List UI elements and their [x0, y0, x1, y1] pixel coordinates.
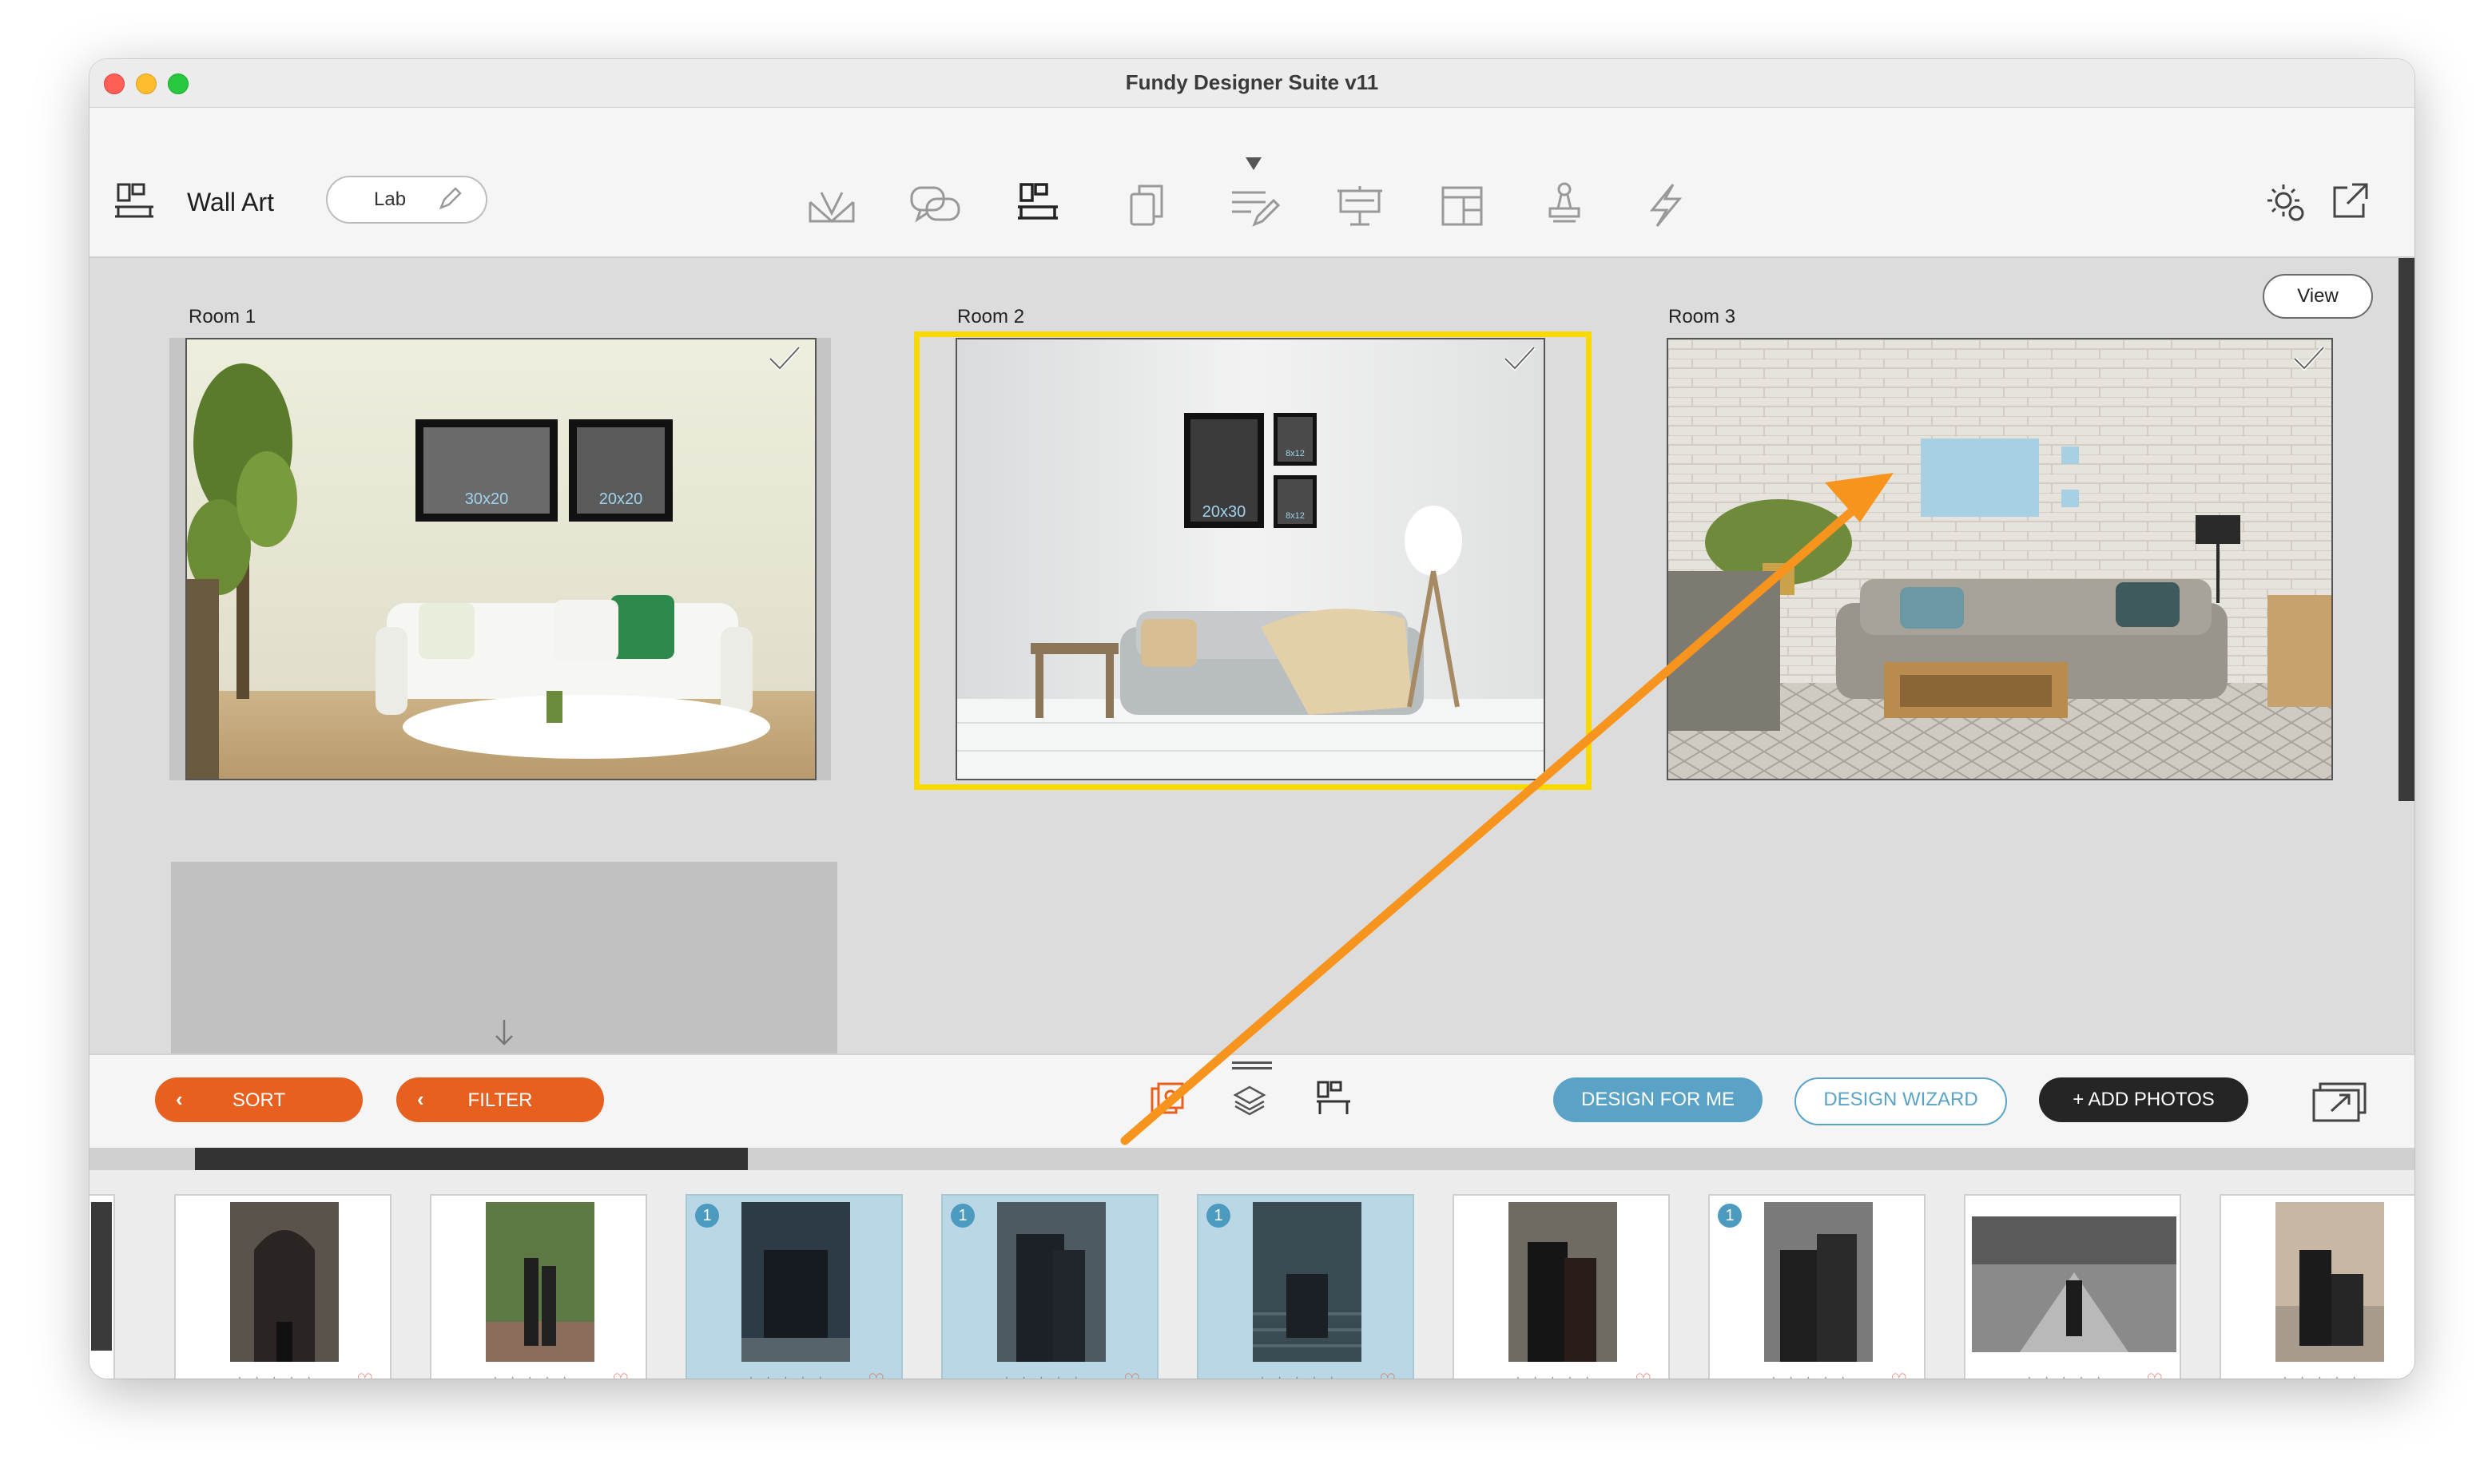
- rating-stars[interactable]: ☆☆☆☆☆: [487, 1373, 574, 1379]
- expand-panel-icon[interactable]: [2311, 1079, 2368, 1124]
- usage-count-badge: 1: [695, 1204, 719, 1228]
- wall-art-icon[interactable]: [1016, 183, 1059, 221]
- blog-edit-icon[interactable]: [1230, 188, 1282, 229]
- sort-label: SORT: [232, 1089, 286, 1111]
- room-3-check-icon: [2291, 344, 2327, 377]
- heart-icon[interactable]: ♡: [612, 1370, 630, 1379]
- photo-thumbnail: [1764, 1202, 1873, 1362]
- active-module-indicator: [1246, 157, 1262, 170]
- rating-stars[interactable]: ☆☆☆☆☆: [999, 1373, 1086, 1379]
- window-title: Fundy Designer Suite v11: [1125, 70, 1379, 94]
- rating-stars[interactable]: ☆☆☆☆☆: [743, 1373, 830, 1379]
- wall-art-module-icon: [113, 183, 155, 220]
- photo-strip: ♡ ☆☆☆☆☆ ♡ ☆☆☆☆☆ ♡ 1 ☆☆☆☆☆ ♡: [89, 1170, 2414, 1379]
- usage-count-badge: 1: [1206, 1204, 1230, 1228]
- view-button[interactable]: View: [2263, 274, 2373, 319]
- photo-thumbnail: [997, 1202, 1106, 1362]
- frame-size-label: 30x20: [465, 490, 509, 508]
- room-1-label: Room 1: [189, 306, 256, 327]
- presentation-icon[interactable]: [1334, 185, 1385, 229]
- proofing-chat-icon[interactable]: [909, 185, 962, 228]
- heart-icon[interactable]: ♡: [868, 1370, 885, 1379]
- photo-thumbnail: [741, 1202, 850, 1362]
- frame-size-label: 8x12: [1286, 449, 1305, 458]
- canvas-scrollbar[interactable]: [2399, 258, 2414, 801]
- brand-icon[interactable]: [1646, 181, 1686, 229]
- photo-card-used[interactable]: 1 ☆☆☆☆☆ ♡: [941, 1194, 1159, 1379]
- heart-icon[interactable]: ♡: [1890, 1370, 1908, 1379]
- usage-count-badge: 1: [1718, 1204, 1742, 1228]
- heart-icon[interactable]: ♡: [356, 1370, 374, 1379]
- photo-thumbnail: [486, 1202, 594, 1362]
- layers-icon[interactable]: [1232, 1082, 1267, 1117]
- rooms-canvas: View Room 1 30x20 20x20 Room 2 20x30 8x1…: [89, 258, 2414, 1053]
- photo-card[interactable]: ☆☆☆☆☆ ♡: [1964, 1194, 2181, 1379]
- settings-gear-icon[interactable]: [2264, 181, 2307, 224]
- module-title: Wall Art: [187, 188, 275, 216]
- room-1-preview[interactable]: 30x20 20x20: [185, 338, 817, 780]
- stamp-icon[interactable]: [1544, 181, 1584, 229]
- photo-thumbnail: [1253, 1202, 1361, 1362]
- sort-button[interactable]: ‹ SORT: [155, 1077, 363, 1122]
- heart-icon[interactable]: ♡: [1635, 1370, 1652, 1379]
- filter-button[interactable]: ‹ FILTER: [396, 1077, 604, 1122]
- lab-label: Lab: [374, 188, 407, 210]
- photo-card[interactable]: ☆☆☆☆☆ ♡: [1453, 1194, 1670, 1379]
- rating-stars[interactable]: ☆☆☆☆☆: [1254, 1373, 1341, 1379]
- scrollbar-thumb[interactable]: [195, 1148, 748, 1170]
- photo-card-used[interactable]: 1 ☆☆☆☆☆ ♡: [1197, 1194, 1414, 1379]
- rating-stars[interactable]: ☆☆☆☆☆: [1510, 1373, 1597, 1379]
- layout-grid-icon[interactable]: [1440, 185, 1484, 228]
- room-3-preview[interactable]: [1667, 338, 2333, 780]
- open-external-icon[interactable]: [2330, 181, 2370, 221]
- photo-card[interactable]: 1 ☆☆☆☆☆ ♡: [1708, 1194, 1926, 1379]
- title-bar: Fundy Designer Suite v11: [89, 59, 2414, 108]
- heart-icon[interactable]: ♡: [1379, 1370, 1397, 1379]
- heart-icon[interactable]: ♡: [1123, 1370, 1141, 1379]
- photo-card[interactable]: ☆☆☆☆☆: [2220, 1194, 2414, 1379]
- arrow-down-icon: [495, 1020, 513, 1046]
- rating-stars[interactable]: ☆☆☆☆☆: [2277, 1373, 2364, 1379]
- photo-card[interactable]: ☆☆☆☆☆ ♡: [430, 1194, 647, 1379]
- photo-thumbnail: [91, 1202, 112, 1351]
- main-toolbar: Wall Art Lab: [89, 108, 2414, 258]
- room-3-label: Room 3: [1668, 306, 1736, 327]
- heart-icon[interactable]: ♡: [2146, 1370, 2164, 1379]
- wall-art-mini-icon[interactable]: [1315, 1079, 1352, 1117]
- app-window: Fundy Designer Suite v11 Wall Art Lab Vi…: [89, 59, 2414, 1379]
- design-wizard-button[interactable]: DESIGN WIZARD: [1794, 1077, 2007, 1125]
- room-2-check-icon: [1502, 344, 1537, 377]
- photo-thumbnail: [1972, 1216, 2176, 1352]
- design-for-me-button[interactable]: DESIGN FOR ME: [1553, 1077, 1763, 1122]
- room-1-check-icon: [767, 344, 802, 377]
- photo-card-used[interactable]: 1 ☆☆☆☆☆ ♡: [686, 1194, 903, 1379]
- heart-icon[interactable]: ♡: [89, 1370, 97, 1379]
- pencil-icon: [439, 187, 462, 210]
- photo-card[interactable]: ☆☆☆☆☆ ♡: [174, 1194, 391, 1379]
- album-icon[interactable]: [807, 186, 856, 228]
- add-photos-button[interactable]: + ADD PHOTOS: [2039, 1077, 2248, 1122]
- cards-icon[interactable]: [1128, 183, 1165, 228]
- empty-room-slot[interactable]: [171, 862, 837, 1053]
- photo-thumbnail: [2275, 1202, 2384, 1362]
- photo-strip-scrollbar[interactable]: [89, 1148, 2414, 1170]
- rating-stars[interactable]: ☆☆☆☆☆: [1766, 1373, 1853, 1379]
- usage-count-badge: 1: [951, 1204, 975, 1228]
- resize-handle[interactable]: [1232, 1061, 1272, 1071]
- rating-stars[interactable]: ☆☆☆☆☆: [2021, 1373, 2108, 1379]
- lab-selector-button[interactable]: Lab: [326, 176, 487, 224]
- frame-size-label: 20x30: [1202, 503, 1246, 521]
- rating-stars[interactable]: ☆☆☆☆☆: [232, 1373, 319, 1379]
- photo-thumbnail: [1508, 1202, 1617, 1362]
- photo-thumbnail: [230, 1202, 339, 1362]
- frame-size-label: 8x12: [1286, 511, 1305, 521]
- bottom-action-bar: ‹ SORT ‹ FILTER DESIGN FOR ME DESIGN WIZ: [89, 1053, 2414, 1149]
- filter-label: FILTER: [467, 1089, 533, 1111]
- photo-stack-icon[interactable]: [1149, 1081, 1187, 1119]
- room-2-label: Room 2: [957, 306, 1025, 327]
- frame-size-label: 20x20: [599, 490, 643, 508]
- room-2-preview[interactable]: 20x30 8x12 8x12: [956, 338, 1545, 780]
- photo-card[interactable]: ♡: [89, 1194, 115, 1379]
